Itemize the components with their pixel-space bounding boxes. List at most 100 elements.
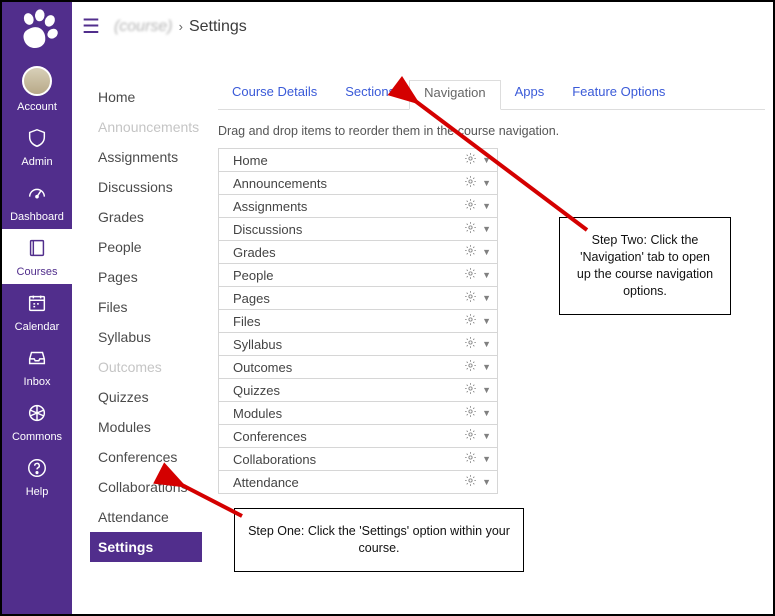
tab-apps[interactable]: Apps <box>501 80 559 109</box>
hamburger-toggle[interactable]: ☰ <box>82 14 100 39</box>
global-nav-inbox[interactable]: Inbox <box>2 339 72 394</box>
rail-label: Courses <box>17 266 58 278</box>
rail-label: Commons <box>12 431 62 443</box>
reorder-item-announcements[interactable]: Announcements ▼ <box>219 172 497 195</box>
reorder-item-collaborations[interactable]: Collaborations ▼ <box>219 448 497 471</box>
caret-down-icon: ▼ <box>482 477 491 487</box>
tab-course-details[interactable]: Course Details <box>218 80 331 109</box>
reorder-item-menu[interactable]: ▼ <box>464 152 491 168</box>
reorder-item-home[interactable]: Home▼ <box>219 149 497 172</box>
reorder-item-menu[interactable]: ▼ <box>464 336 491 352</box>
reorder-item-menu[interactable]: ▼ <box>464 244 491 260</box>
reorder-item-quizzes[interactable]: Quizzes ▼ <box>219 379 497 402</box>
course-nav-item-attendance[interactable]: Attendance <box>90 502 202 532</box>
reorder-item-modules[interactable]: Modules▼ <box>219 402 497 425</box>
rail-label: Help <box>26 486 49 498</box>
global-nav-commons[interactable]: Commons <box>2 394 72 449</box>
reorder-item-menu[interactable]: ▼ <box>464 175 491 191</box>
caret-down-icon: ▼ <box>482 408 491 418</box>
rail-label: Dashboard <box>10 211 64 223</box>
reorder-item-menu[interactable]: ▼ <box>464 451 491 467</box>
course-nav-item-outcomes[interactable]: Outcomes <box>90 352 202 382</box>
course-nav-item-collaborations[interactable]: Collaborations <box>90 472 202 502</box>
caret-down-icon: ▼ <box>482 224 491 234</box>
caret-down-icon: ▼ <box>482 431 491 441</box>
reorder-item-conferences[interactable]: Conferences ▼ <box>219 425 497 448</box>
course-nav-item-settings[interactable]: Settings <box>90 532 202 562</box>
reorder-item-label: Files <box>233 314 260 329</box>
reorder-item-syllabus[interactable]: Syllabus▼ <box>219 333 497 356</box>
global-nav-help[interactable]: Help <box>2 449 72 504</box>
course-nav-item-modules[interactable]: Modules <box>90 412 202 442</box>
course-nav-item-syllabus[interactable]: Syllabus <box>90 322 202 352</box>
reorder-item-attendance[interactable]: Attendance ▼ <box>219 471 497 494</box>
reorder-item-files[interactable]: Files ▼ <box>219 310 497 333</box>
reorder-item-menu[interactable]: ▼ <box>464 313 491 329</box>
course-nav-item-people[interactable]: People <box>90 232 202 262</box>
caret-down-icon: ▼ <box>482 293 491 303</box>
reorder-item-label: People <box>233 268 273 283</box>
callout-step-one: Step One: Click the 'Settings' option wi… <box>234 508 524 572</box>
breadcrumb-course-link[interactable]: (course) <box>114 18 173 36</box>
reorder-item-menu[interactable]: ▼ <box>464 405 491 421</box>
global-nav-dashboard[interactable]: Dashboard <box>2 174 72 229</box>
reorder-item-assignments[interactable]: Assignments ▼ <box>219 195 497 218</box>
tab-sections[interactable]: Sections <box>331 80 409 109</box>
caret-down-icon: ▼ <box>482 247 491 257</box>
tab-navigation[interactable]: Navigation <box>409 80 500 110</box>
gear-icon <box>464 313 477 329</box>
reorder-item-menu[interactable]: ▼ <box>464 290 491 306</box>
caret-down-icon: ▼ <box>482 201 491 211</box>
caret-down-icon: ▼ <box>482 178 491 188</box>
gear-icon <box>464 474 477 490</box>
reorder-item-label: Conferences <box>233 429 307 444</box>
course-nav-item-home[interactable]: Home <box>90 82 202 112</box>
course-nav-item-assignments[interactable]: Assignments <box>90 142 202 172</box>
gear-icon <box>464 198 477 214</box>
reorder-item-label: Announcements <box>233 176 327 191</box>
reorder-item-label: Collaborations <box>233 452 316 467</box>
gear-icon <box>464 405 477 421</box>
caret-down-icon: ▼ <box>482 155 491 165</box>
reorder-item-menu[interactable]: ▼ <box>464 474 491 490</box>
global-nav-courses[interactable]: Courses <box>2 229 72 284</box>
gear-icon <box>464 359 477 375</box>
reorder-item-menu[interactable]: ▼ <box>464 382 491 398</box>
rail-label: Inbox <box>24 376 51 388</box>
reorder-item-grades[interactable]: Grades▼ <box>219 241 497 264</box>
reorder-item-menu[interactable]: ▼ <box>464 428 491 444</box>
reorder-item-pages[interactable]: Pages▼ <box>219 287 497 310</box>
share-icon <box>26 402 48 428</box>
reorder-item-discussions[interactable]: Discussions ▼ <box>219 218 497 241</box>
caret-down-icon: ▼ <box>482 339 491 349</box>
global-nav-admin[interactable]: Admin <box>2 119 72 174</box>
course-nav-item-files[interactable]: Files <box>90 292 202 322</box>
tab-feature-options[interactable]: Feature Options <box>558 80 679 109</box>
course-nav-item-announcements[interactable]: Announcements <box>90 112 202 142</box>
global-nav-account[interactable]: Account <box>2 58 72 119</box>
gear-icon <box>464 152 477 168</box>
gear-icon <box>464 382 477 398</box>
reorder-item-menu[interactable]: ▼ <box>464 359 491 375</box>
reorder-item-menu[interactable]: ▼ <box>464 267 491 283</box>
reorder-item-menu[interactable]: ▼ <box>464 198 491 214</box>
gear-icon <box>464 221 477 237</box>
brand-logo <box>15 8 59 52</box>
course-nav-item-quizzes[interactable]: Quizzes <box>90 382 202 412</box>
reorder-item-people[interactable]: People ▼ <box>219 264 497 287</box>
global-nav-calendar[interactable]: Calendar <box>2 284 72 339</box>
avatar-icon <box>22 66 52 96</box>
rail-label: Account <box>17 101 57 113</box>
reorder-item-outcomes[interactable]: Outcomes▼ <box>219 356 497 379</box>
reorder-item-label: Quizzes <box>233 383 280 398</box>
course-nav-item-grades[interactable]: Grades <box>90 202 202 232</box>
reorder-item-menu[interactable]: ▼ <box>464 221 491 237</box>
caret-down-icon: ▼ <box>482 316 491 326</box>
reorder-item-label: Discussions <box>233 222 302 237</box>
course-nav-item-conferences[interactable]: Conferences <box>90 442 202 472</box>
course-nav-item-pages[interactable]: Pages <box>90 262 202 292</box>
course-nav-item-discussions[interactable]: Discussions <box>90 172 202 202</box>
gear-icon <box>464 428 477 444</box>
reorder-item-label: Assignments <box>233 199 307 214</box>
reorder-item-label: Attendance <box>233 475 299 490</box>
